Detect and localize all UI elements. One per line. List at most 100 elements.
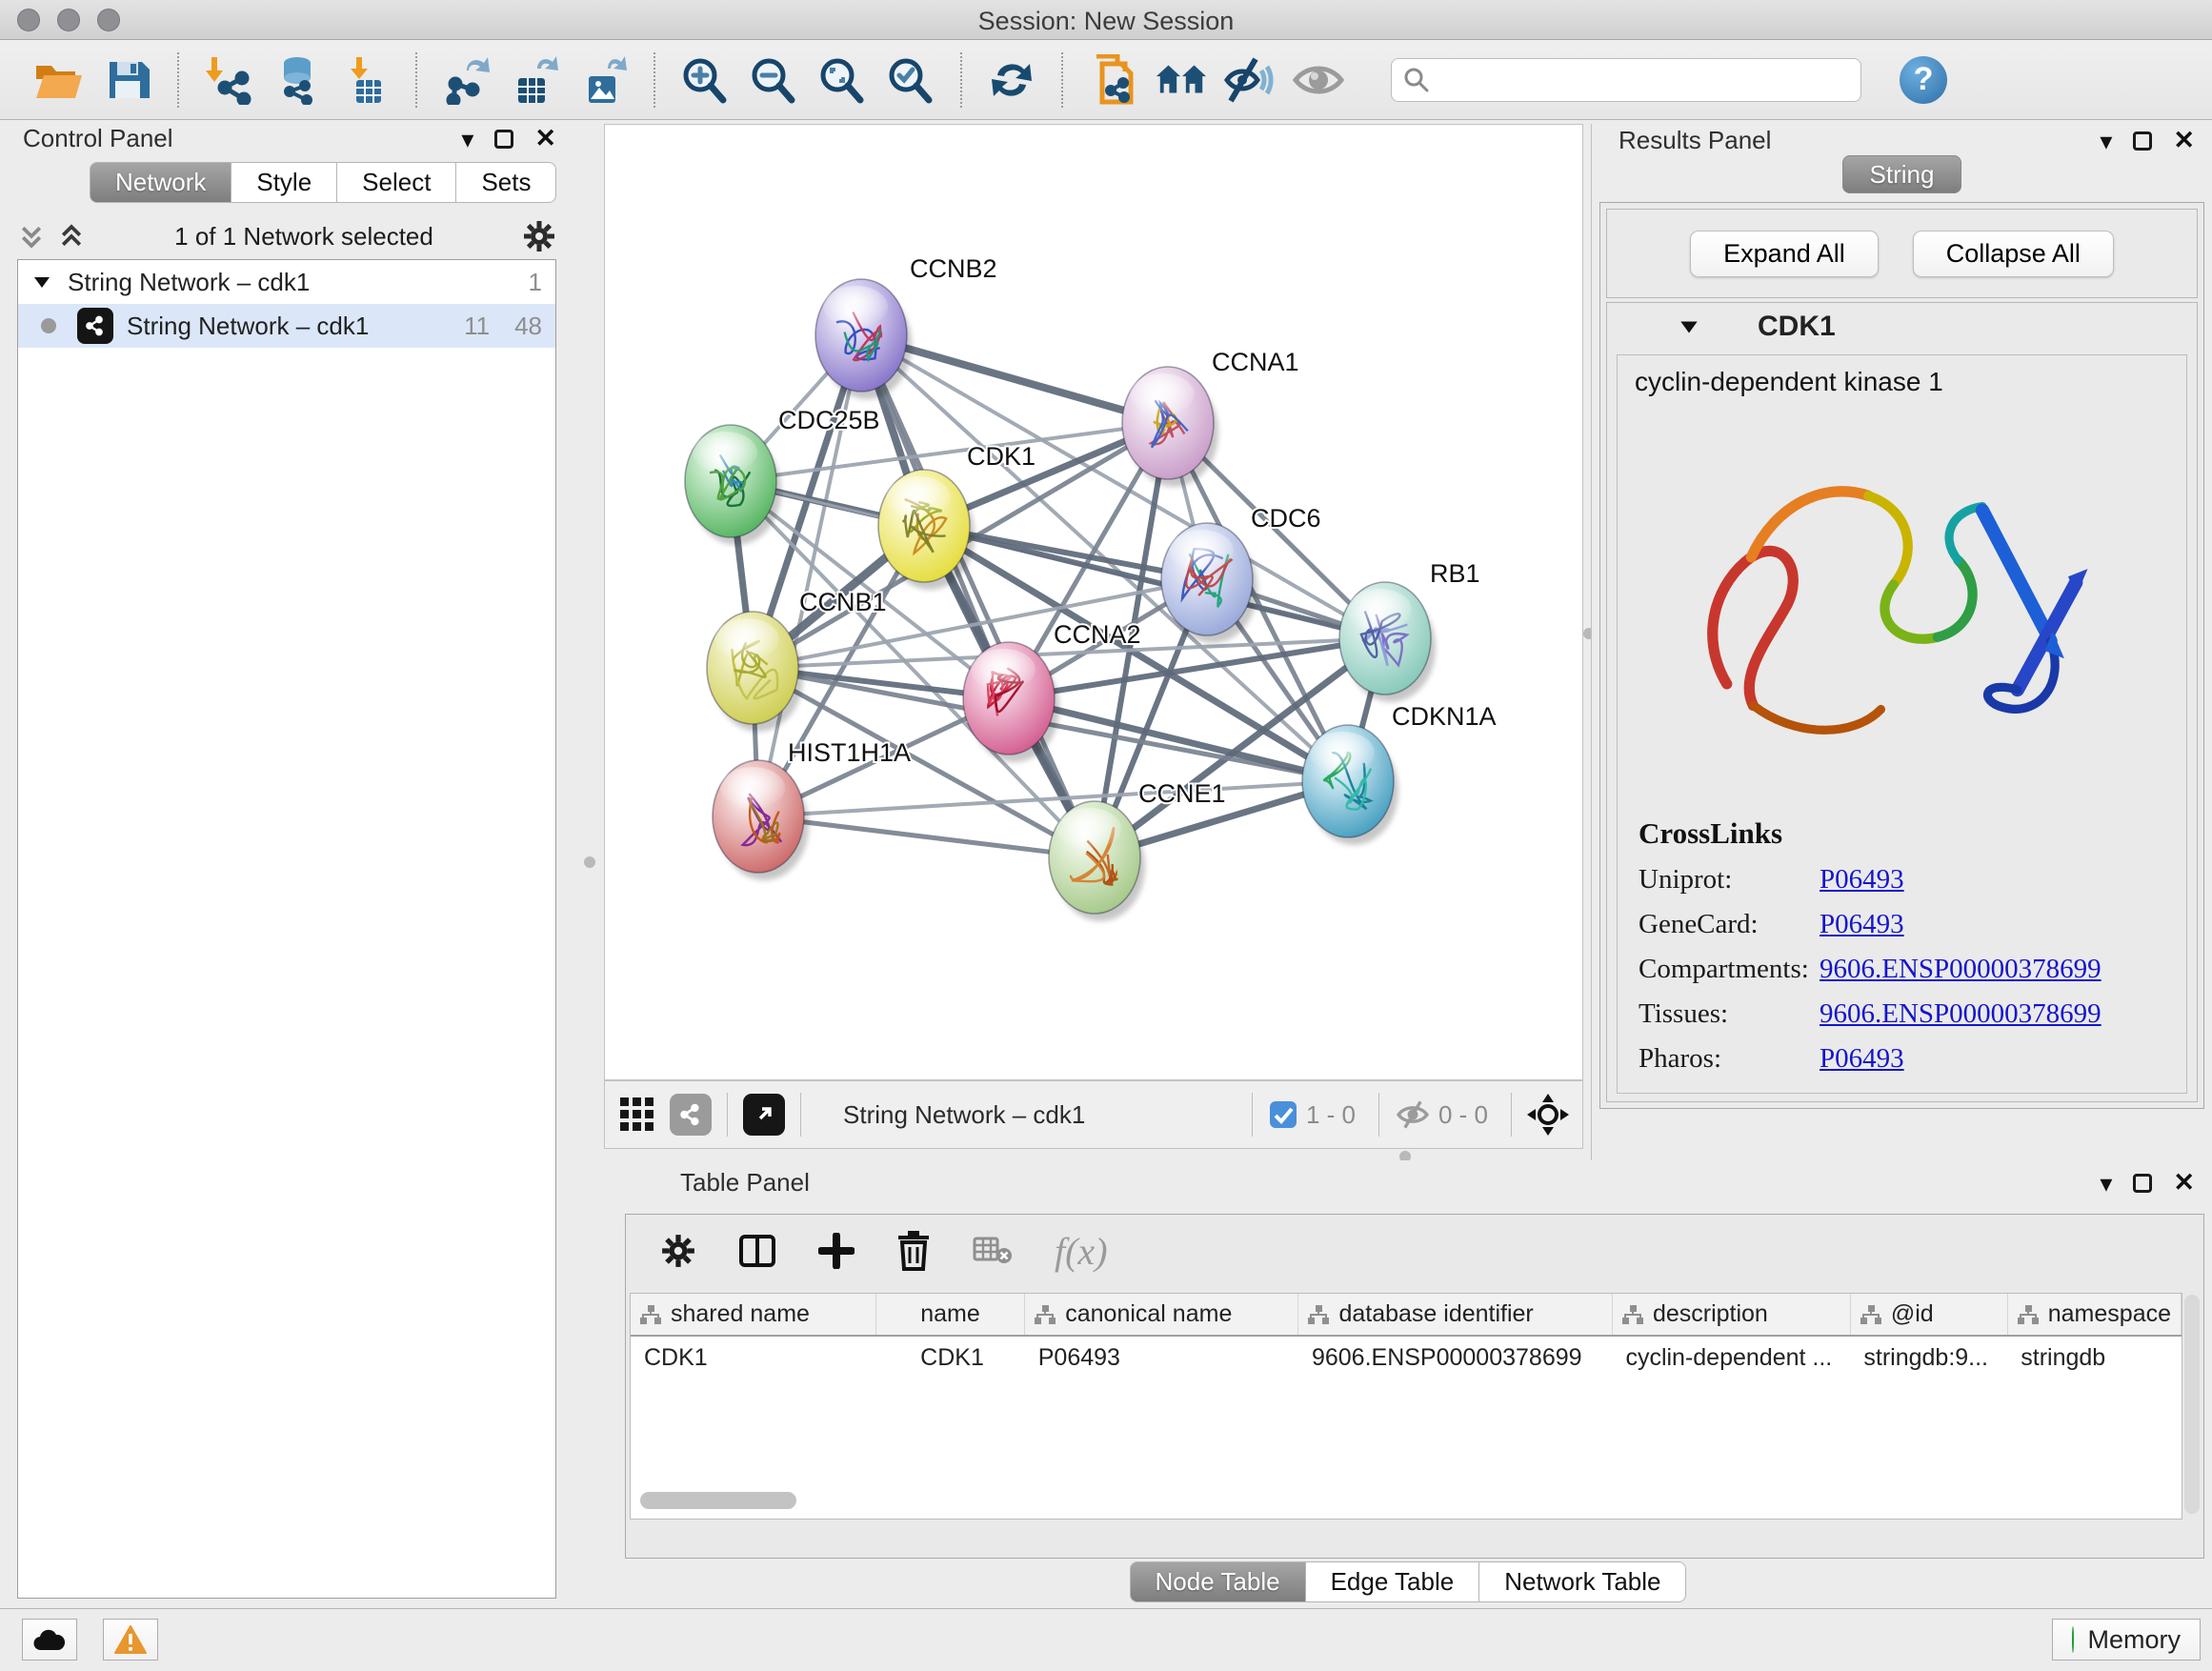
cell-shared-name[interactable]: CDK1 <box>631 1336 875 1379</box>
crosslink-pharos-link[interactable]: P06493 <box>1820 1043 1904 1075</box>
network-options-gear-icon[interactable] <box>522 219 556 253</box>
collapse-panel-button[interactable]: ▾ <box>461 127 473 151</box>
tab-edge-table[interactable]: Edge Table <box>1306 1561 1480 1602</box>
selected-checkbox-icon[interactable] <box>1268 1099 1298 1130</box>
open-session-button[interactable] <box>32 53 86 107</box>
grid-view-icon[interactable] <box>618 1096 656 1134</box>
zoom-in-icon <box>679 54 731 106</box>
float-panel-button[interactable] <box>494 130 513 149</box>
export-network-button[interactable] <box>440 53 493 107</box>
node-label-CCNE1: CCNE1 <box>1138 779 1226 808</box>
node-table[interactable]: shared name name canonical name database… <box>630 1293 2182 1520</box>
crosslink-compartments-link[interactable]: 9606.ENSP00000378699 <box>1820 954 2101 985</box>
horizontal-scrollbar-thumb[interactable] <box>640 1492 796 1509</box>
float-table-panel-button[interactable] <box>2133 1174 2152 1193</box>
cell-canonical-name[interactable]: P06493 <box>1025 1336 1298 1379</box>
import-table-button[interactable] <box>339 53 392 107</box>
application-window: Session: New Session <box>0 0 2212 1671</box>
tab-network[interactable]: Network <box>90 162 231 203</box>
zoom-selected-button[interactable] <box>884 53 937 107</box>
import-network-from-database-button[interactable] <box>271 53 324 107</box>
birds-eye-crosshair-icon[interactable] <box>1527 1094 1569 1136</box>
network-canvas[interactable]: CCNB2CCNA1CDC25BCDK1CDC6RB1CCNB1CCNA2CDK… <box>604 124 1583 1080</box>
cell-name[interactable]: CDK1 <box>875 1336 1024 1379</box>
column-header-label: database identifier <box>1338 1300 1533 1327</box>
cell-namespace[interactable]: stringdb <box>2007 1336 2181 1379</box>
network-view-toolbar: String Network – cdk1 1 - 0 0 - 0 <box>604 1080 1583 1149</box>
tab-sets[interactable]: Sets <box>456 162 556 203</box>
import-network-icon <box>204 55 253 105</box>
table-options-gear-icon[interactable] <box>660 1233 696 1269</box>
show-columns-icon[interactable] <box>738 1232 776 1270</box>
zoom-out-button[interactable] <box>747 53 800 107</box>
current-network-dot <box>41 318 56 333</box>
new-network-from-selection-button[interactable] <box>1086 53 1139 107</box>
collapse-all-networks-icon[interactable] <box>57 222 86 251</box>
network-row[interactable]: String Network – cdk1 11 48 <box>18 304 555 348</box>
home-networks-button[interactable] <box>1155 53 1208 107</box>
node-label-CCNA1: CCNA1 <box>1212 348 1299 376</box>
crosslink-tissues-link[interactable]: 9606.ENSP00000378699 <box>1820 998 2101 1030</box>
show-graphics-button[interactable] <box>1292 53 1345 107</box>
network-graph[interactable]: CCNB2CCNA1CDC25BCDK1CDC6RB1CCNB1CCNA2CDK… <box>605 125 1582 1079</box>
memory-button[interactable]: Memory <box>2052 1619 2201 1661</box>
window-title: Session: New Session <box>0 7 2212 36</box>
gene-expander-icon[interactable] <box>1678 315 1700 338</box>
warnings-button[interactable] <box>103 1619 158 1661</box>
apply-layout-button[interactable] <box>985 53 1038 107</box>
export-image-button[interactable] <box>577 53 631 107</box>
close-table-panel-button[interactable]: ✕ <box>2173 1170 2195 1196</box>
delete-column-trash-icon[interactable] <box>896 1231 931 1271</box>
results-panel: Results Panel ▾ ✕ String Expand All Coll… <box>1591 124 2212 1160</box>
cell-description[interactable]: cyclin-dependent ... <box>1612 1336 1850 1379</box>
cell-database-identifier[interactable]: 9606.ENSP00000378699 <box>1298 1336 1612 1379</box>
expander-triangle-icon[interactable] <box>31 272 52 292</box>
column-type-icon <box>1308 1305 1329 1324</box>
column-header-label: shared name <box>671 1300 810 1327</box>
hide-unhide-button[interactable] <box>1223 53 1277 107</box>
toolbar-separator <box>960 52 962 108</box>
network-collection-row[interactable]: String Network – cdk1 1 <box>18 260 555 304</box>
float-results-panel-button[interactable] <box>2133 131 2152 151</box>
close-results-panel-button[interactable]: ✕ <box>2173 128 2195 153</box>
collapse-table-panel-button[interactable]: ▾ <box>2100 1171 2112 1196</box>
zoom-in-button[interactable] <box>678 53 732 107</box>
cloud-status-button[interactable] <box>22 1619 77 1661</box>
zoom-fit-button[interactable] <box>815 53 869 107</box>
network-overview-icon[interactable] <box>670 1094 712 1136</box>
search-input[interactable] <box>1430 61 1849 99</box>
crosslink-genecard-link[interactable]: P06493 <box>1820 909 1904 940</box>
close-panel-button[interactable]: ✕ <box>534 126 556 151</box>
zoom-out-icon <box>748 54 799 106</box>
hidden-eye-icon <box>1395 1100 1431 1129</box>
column-header-label: canonical name <box>1065 1300 1232 1327</box>
tab-string[interactable]: String <box>1842 155 1962 193</box>
tab-node-table[interactable]: Node Table <box>1130 1561 1306 1602</box>
network-view-title: String Network – cdk1 <box>843 1100 1085 1130</box>
search-field[interactable] <box>1391 58 1861 102</box>
search-icon <box>1403 67 1430 93</box>
vertical-scrollbar-track[interactable] <box>2184 1295 2200 1514</box>
node-label-CDK1: CDK1 <box>967 442 1036 471</box>
table-header-row[interactable]: shared name name canonical name database… <box>631 1294 2182 1336</box>
delete-table-icon[interactable] <box>973 1235 1013 1267</box>
gene-description: cyclin-dependent kinase 1 <box>1618 355 2186 397</box>
create-column-plus-icon[interactable] <box>818 1233 855 1269</box>
collapse-all-button[interactable]: Collapse All <box>1913 231 2114 277</box>
crosslink-uniprot-link[interactable]: P06493 <box>1820 864 1904 896</box>
detach-view-button[interactable] <box>743 1094 785 1136</box>
tab-select[interactable]: Select <box>337 162 456 203</box>
help-button[interactable]: ? <box>1900 56 1947 104</box>
cell-id[interactable]: stringdb:9... <box>1850 1336 2007 1379</box>
collapse-results-panel-button[interactable]: ▾ <box>2100 129 2112 153</box>
import-network-file-button[interactable] <box>202 53 255 107</box>
expand-all-networks-icon[interactable] <box>17 222 46 251</box>
left-splitter-handle[interactable] <box>584 856 595 868</box>
tab-network-table[interactable]: Network Table <box>1479 1561 1686 1602</box>
export-table-button[interactable] <box>509 53 562 107</box>
save-session-button[interactable] <box>101 53 154 107</box>
tab-style[interactable]: Style <box>231 162 337 203</box>
table-row[interactable]: CDK1 CDK1 P06493 9606.ENSP00000378699 cy… <box>631 1336 2182 1379</box>
expand-all-button[interactable]: Expand All <box>1690 231 1879 277</box>
function-builder-icon[interactable]: f(x) <box>1055 1229 1108 1274</box>
